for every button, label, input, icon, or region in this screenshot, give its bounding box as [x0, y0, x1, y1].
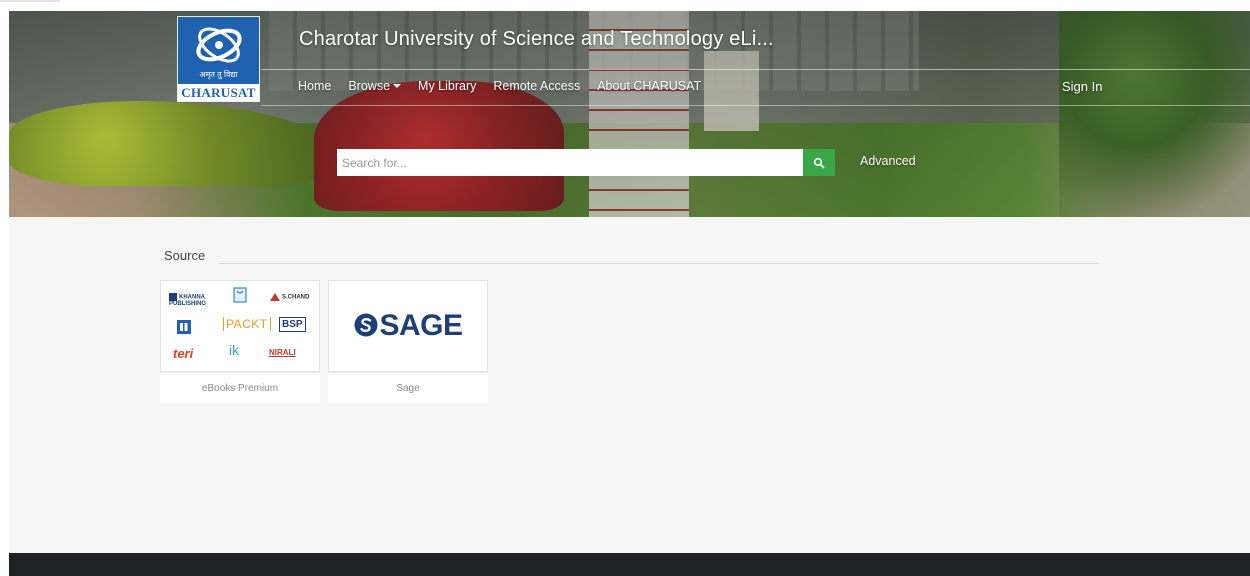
main-content: Source KHANNA PUBLISHING S.CHAND PACKT B… — [9, 217, 1250, 553]
advanced-search-link[interactable]: Advanced — [860, 154, 916, 168]
nav-remote-access[interactable]: Remote Access — [493, 79, 580, 93]
section-divider — [219, 263, 1099, 264]
logo-wordmark: CHARUSAT — [178, 84, 259, 101]
publisher-logo-nirali: NIRALI — [269, 348, 296, 357]
publisher-logo-ik: ik — [229, 342, 240, 358]
hero-banner: अमृत तु विद्या CHARUSAT Charotar Univers… — [9, 11, 1250, 217]
nav-browse[interactable]: Browse — [348, 79, 402, 93]
sage-emblem-icon — [354, 313, 378, 337]
publisher-logo-bsp: BSP — [279, 317, 306, 332]
top-line — [0, 0, 60, 2]
publisher-logo-teri: teri — [173, 346, 194, 361]
sage-logo-text: SAGE — [379, 309, 463, 342]
search-input[interactable] — [337, 149, 803, 176]
charusat-logo[interactable]: अमृत तु विद्या CHARUSAT — [177, 16, 260, 102]
source-thumbnail: SAGE — [328, 280, 488, 372]
search-icon — [813, 157, 825, 168]
nav-divider-top — [261, 69, 1250, 70]
caret-down-icon — [393, 84, 402, 88]
nav-about-charusat[interactable]: About CHARUSAT — [597, 79, 701, 93]
charusat-emblem-icon — [196, 27, 242, 63]
search-bar — [337, 149, 835, 176]
publisher-logo-square — [177, 320, 191, 334]
nav-home[interactable]: Home — [298, 79, 331, 93]
source-card-caption: Sage — [328, 372, 488, 403]
main-nav: Home Browse My Library Remote Access Abo… — [298, 79, 718, 93]
publisher-logo-grid: KHANNA PUBLISHING S.CHAND PACKT BSP teri… — [167, 287, 315, 367]
sage-logo: SAGE — [329, 309, 487, 343]
source-card-caption: eBooks Premium — [160, 372, 320, 403]
section-title: Source — [164, 248, 206, 263]
publisher-logo-schand: S.CHAND — [270, 293, 309, 301]
nav-browse-label: Browse — [348, 79, 391, 93]
nav-divider-bottom — [261, 105, 1250, 106]
sign-in-link[interactable]: Sign In — [1062, 79, 1102, 94]
publisher-logo-packt: PACKT — [223, 317, 271, 331]
search-button[interactable] — [803, 149, 835, 176]
source-thumbnail: KHANNA PUBLISHING S.CHAND PACKT BSP teri… — [160, 280, 320, 372]
source-card-sage[interactable]: SAGE Sage — [328, 280, 488, 403]
footer — [9, 553, 1250, 576]
source-card-ebooks-premium[interactable]: KHANNA PUBLISHING S.CHAND PACKT BSP teri… — [160, 280, 320, 403]
publisher-logo-book-icon — [233, 287, 247, 305]
logo-tagline: अमृत तु विद्या — [199, 70, 238, 79]
site-title[interactable]: Charotar University of Science and Techn… — [299, 28, 774, 51]
page: अमृत तु विद्या CHARUSAT Charotar Univers… — [0, 0, 1250, 576]
nav-my-library[interactable]: My Library — [418, 79, 476, 93]
publisher-logo-khanna: KHANNA PUBLISHING — [169, 293, 207, 307]
